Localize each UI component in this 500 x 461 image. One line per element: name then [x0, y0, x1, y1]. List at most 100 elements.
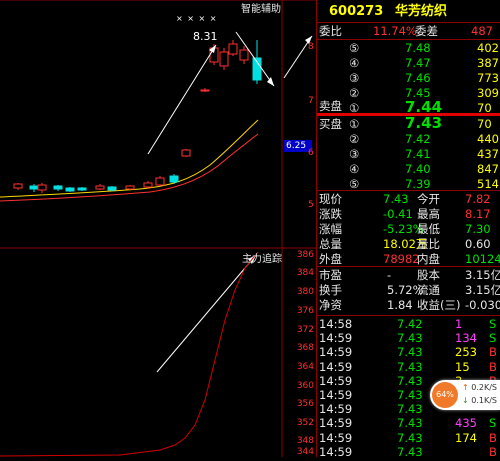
ask-volume: 309	[477, 86, 499, 100]
bid-price: 7.40	[405, 162, 431, 176]
smart-assist-label[interactable]: 智能辅助	[241, 0, 281, 15]
bid-price: 7.42	[405, 132, 431, 146]
fundamental-row: 市盈 - 股本 3.15亿	[317, 267, 500, 283]
lower-axis-label: 384	[296, 268, 314, 278]
quote-row: 现价 7.43 今开 7.82	[317, 191, 500, 207]
quote-label: 涨跌	[319, 207, 342, 221]
ask-volume: 387	[477, 56, 499, 70]
tick-time: 14:59	[319, 444, 353, 457]
candle-body	[181, 149, 191, 157]
lower-axis-label: 380	[296, 287, 314, 297]
ask-price: 7.46	[405, 71, 431, 85]
quote-row: 总量 18.02万 量比 0.60	[317, 236, 500, 252]
quote-row: 涨跌 -0.41 最高 8.17	[317, 206, 500, 222]
candle-body	[143, 182, 153, 188]
sell-label: 卖盘	[319, 99, 342, 113]
fund-value: -	[387, 268, 392, 282]
weibi-value: 11.74%	[373, 24, 417, 38]
lower-axis-label: 344	[296, 447, 314, 457]
bid-volume: 440	[477, 132, 499, 146]
bid-index: ③	[349, 147, 360, 161]
bid-row[interactable]: ④ 7.40 847	[317, 161, 500, 177]
fund-value: 3.15亿	[465, 268, 500, 282]
candle-body	[107, 186, 117, 191]
lower-axis-label: 376	[296, 306, 314, 316]
ma-line-red	[0, 133, 259, 202]
trend-arrow-4	[156, 254, 257, 373]
quote-value: 78982	[383, 252, 420, 266]
fund-value: 1.84	[387, 298, 413, 312]
quote-value: 8.17	[465, 207, 491, 221]
candle-body	[37, 184, 47, 191]
candle-body	[200, 89, 210, 92]
quote-label: 今开	[417, 192, 440, 206]
chart-svg	[0, 0, 316, 457]
weibi-row: 委比 11.74% 委差 487	[317, 23, 500, 39]
fundamental-row: 净资 1.84 收益(三) -0.030	[317, 297, 500, 313]
bid-volume: 437	[477, 147, 499, 161]
quote-row: 外盘 78982内盘 101240	[317, 251, 500, 267]
candle-body	[169, 175, 179, 183]
ask-row[interactable]: ⑤ 7.48 402	[317, 40, 500, 56]
weicha-label: 委差	[415, 24, 438, 38]
trend-arrow-1	[147, 44, 217, 155]
quote-label: 涨幅	[319, 222, 342, 236]
kline-chart-area[interactable]: × × × × 智能辅助 8.31 6.25 主力追踪 8 7 6 5 386 …	[0, 0, 316, 457]
ask-price: 7.48	[405, 41, 431, 55]
ask-price: 7.47	[405, 56, 431, 70]
fund-label: 收益(三)	[417, 298, 461, 312]
lower-axis-label: 386	[296, 250, 314, 260]
up-arrow-icon: ↑	[462, 383, 469, 392]
quote-value: 101240	[465, 252, 500, 266]
weicha-value: 487	[471, 24, 493, 38]
stock-code: 600273	[329, 4, 384, 19]
candle-body	[239, 49, 249, 61]
bid-row[interactable]: ① 7.43 70	[317, 114, 500, 132]
ask-volume: 402	[477, 41, 499, 55]
stock-header[interactable]: 600273 华芳纺织	[317, 2, 500, 22]
stock-name: 华芳纺织	[395, 4, 448, 19]
tick-row[interactable]: 14:59 7.43 B	[317, 444, 500, 457]
down-arrow-icon: ↓	[462, 396, 469, 405]
ask-volume: 773	[477, 71, 499, 85]
fund-value: -0.030	[465, 298, 500, 312]
fund-label: 净资	[319, 298, 342, 312]
fund-label: 流通	[417, 283, 440, 297]
quote-value: 7.30	[465, 222, 491, 236]
fundamental-row: 换手 5.72% 流通 3.15亿	[317, 282, 500, 298]
ask-index: ④	[349, 56, 360, 70]
price-axis-label: 5	[308, 200, 314, 210]
bid-row[interactable]: ③ 7.41 437	[317, 146, 500, 162]
candle-body	[77, 187, 87, 191]
main-force-line	[0, 251, 259, 457]
bid-price: 7.43	[405, 114, 443, 132]
bid-index: ④	[349, 162, 360, 176]
lower-axis-label: 372	[296, 325, 314, 335]
candle-body	[228, 43, 238, 55]
candle-body	[13, 183, 23, 189]
bid-index: ②	[349, 132, 360, 146]
ask-index: ②	[349, 86, 360, 100]
fund-label: 市盈	[319, 268, 342, 282]
quote-label: 总量	[319, 237, 342, 251]
fund-label: 换手	[319, 283, 342, 297]
main-track-label[interactable]: 主力追踪	[242, 250, 282, 265]
fund-value: 3.15亿	[465, 283, 500, 297]
upload-speed: ↑ 0.2K/S	[462, 383, 497, 392]
lower-axis-label: 360	[296, 381, 314, 391]
lower-axis-label: 368	[296, 343, 314, 353]
network-speed-widget[interactable]: 64% ↑ 0.2K/S ↓ 0.1K/S	[430, 380, 500, 410]
quote-label: 最低	[417, 222, 440, 236]
candle-body	[125, 185, 135, 190]
quote-value: 7.43	[383, 192, 409, 206]
ask-row[interactable]: ③ 7.46 773	[317, 70, 500, 86]
candle-body	[155, 177, 165, 186]
high-price-annotation: 8.31	[193, 30, 218, 43]
quote-value: 0.60	[465, 237, 491, 251]
bid-row[interactable]: ② 7.42 440	[317, 131, 500, 147]
quote-label: 现价	[319, 192, 342, 206]
candle-body	[65, 187, 75, 192]
price-axis-label: 8	[308, 42, 314, 52]
ask-row[interactable]: ④ 7.47 387	[317, 55, 500, 71]
fund-label: 股本	[417, 268, 440, 282]
